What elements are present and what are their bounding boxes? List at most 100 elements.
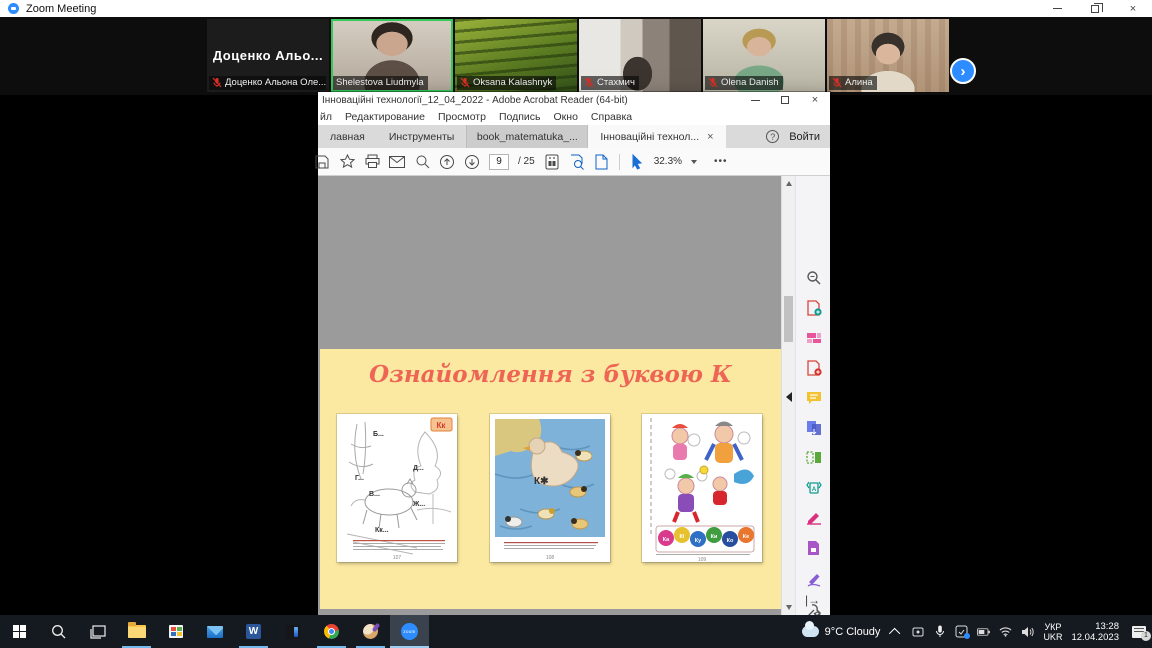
- participant-tile[interactable]: Oksana Kalashnyk: [455, 19, 577, 92]
- chrome-button[interactable]: [312, 615, 351, 648]
- collapse-panel-arrow[interactable]: [786, 392, 792, 402]
- create-pdf-icon[interactable]: [805, 359, 822, 376]
- print-icon[interactable]: [364, 154, 380, 170]
- app-button[interactable]: [273, 615, 312, 648]
- next-participants-button[interactable]: ›: [950, 58, 976, 84]
- word-button[interactable]: W: [234, 615, 273, 648]
- favorite-star-icon[interactable]: [339, 154, 355, 170]
- notification-app-icon[interactable]: [955, 625, 968, 638]
- tab-label: Інноваційні технол...: [600, 131, 699, 143]
- tray-expand-button[interactable]: [889, 625, 902, 638]
- scroll-down-icon[interactable]: [786, 605, 792, 610]
- more-tools-icon[interactable]: •••: [714, 156, 728, 167]
- participant-name: Доценко Альона Оле...: [225, 77, 326, 88]
- maximize-button[interactable]: [770, 92, 800, 108]
- participant-name: Olena Danish: [721, 77, 779, 88]
- combine-files-icon[interactable]: [805, 419, 822, 436]
- microphone-tray-icon[interactable]: [933, 625, 946, 638]
- battery-icon[interactable]: [977, 625, 990, 638]
- tab-close-icon[interactable]: ×: [707, 131, 713, 143]
- menu-window[interactable]: Окно: [554, 111, 578, 123]
- search-icon[interactable]: [414, 154, 430, 170]
- single-page-icon[interactable]: [594, 154, 610, 170]
- participant-tile[interactable]: Доценко Альо... Доценко Альона Оле...: [207, 19, 329, 92]
- page-number: 109: [698, 557, 707, 562]
- organize-pages-icon[interactable]: [805, 449, 822, 466]
- tab-tools[interactable]: Инструменты: [377, 125, 466, 148]
- zoom-window-title: Zoom Meeting: [26, 3, 96, 15]
- book-page-clowns: Ка Кі Ку Ки Ко Ке 109: [642, 414, 762, 562]
- volume-icon[interactable]: [1021, 625, 1034, 638]
- participant-tile[interactable]: Стахмич: [579, 19, 701, 92]
- page-number-input[interactable]: 9: [489, 154, 509, 170]
- zoom-icon: zoom: [401, 623, 418, 640]
- tab-document-matematuka[interactable]: book_matematuka_...: [466, 125, 588, 148]
- next-page-icon[interactable]: [464, 154, 480, 170]
- open-pane-icon[interactable]: |→: [805, 593, 820, 607]
- participant-tile[interactable]: Olena Danish: [703, 19, 825, 92]
- microsoft-store-button[interactable]: [156, 615, 195, 648]
- pdf-document-area[interactable]: Ознайомлення з буквою К Кк Б... Д... Г..…: [318, 176, 781, 615]
- menu-view[interactable]: Просмотр: [438, 111, 486, 123]
- zoom-app-button[interactable]: zoom: [390, 615, 429, 648]
- comment-icon[interactable]: [805, 389, 822, 406]
- zoom-video-strip: Доценко Альо... Доценко Альона Оле... Sh…: [0, 17, 1152, 95]
- close-button[interactable]: ×: [800, 92, 830, 108]
- app-icon: [286, 625, 300, 639]
- weather-widget[interactable]: 9°C Cloudy: [802, 626, 881, 638]
- svg-text:A: A: [811, 487, 816, 493]
- save-icon[interactable]: [314, 154, 330, 170]
- acrobat-menubar: йл Редактирование Просмотр Подпись Окно …: [318, 108, 830, 125]
- acrobat-window-title: Інноваційні технології_12_04_2022 - Adob…: [318, 95, 628, 106]
- letter-label: Ж...: [412, 501, 425, 508]
- fill-sign-icon[interactable]: [805, 509, 822, 526]
- compress-pdf-icon[interactable]: A: [805, 479, 822, 496]
- minimize-button[interactable]: [740, 92, 770, 108]
- participant-name: Shelestova Liudmyla: [336, 77, 424, 88]
- menu-help[interactable]: Справка: [591, 111, 632, 123]
- file-explorer-button[interactable]: [117, 615, 156, 648]
- start-button[interactable]: [0, 615, 39, 648]
- scroll-up-icon[interactable]: [786, 181, 792, 186]
- sign-in-button[interactable]: Войти: [789, 131, 820, 143]
- enhanced-view-icon[interactable]: [569, 154, 585, 170]
- clock[interactable]: 13:28 12.04.2023: [1071, 621, 1119, 643]
- search-icon[interactable]: [805, 269, 822, 286]
- wifi-icon[interactable]: [999, 625, 1012, 638]
- save-as-pdf-icon[interactable]: [805, 539, 822, 556]
- zoom-level-value[interactable]: 32.3%: [654, 156, 682, 167]
- book-page-duck: К✱ 108: [490, 414, 610, 562]
- taskbar-search-button[interactable]: [39, 615, 78, 648]
- tab-document-active[interactable]: Інноваційні технол... ×: [588, 125, 725, 148]
- export-pdf-icon[interactable]: [805, 299, 822, 316]
- task-view-button[interactable]: [78, 615, 117, 648]
- page-display-icon[interactable]: [544, 154, 560, 170]
- participant-tile[interactable]: Shelestova Liudmyla: [331, 19, 453, 92]
- restore-button[interactable]: [1076, 0, 1114, 17]
- action-center-button[interactable]: 1: [1132, 626, 1146, 638]
- cloud-icon: [802, 626, 819, 637]
- zoom-dropdown-icon[interactable]: [691, 160, 697, 164]
- previous-page-icon[interactable]: [439, 154, 455, 170]
- menu-sign[interactable]: Подпись: [499, 111, 541, 123]
- paint-button[interactable]: [351, 615, 390, 648]
- windows-taskbar: W zoom 9°C Cloudy УКР UKR 13:28 12.04.20…: [0, 615, 1152, 648]
- help-icon[interactable]: ?: [766, 130, 779, 143]
- selection-tool-icon[interactable]: [629, 154, 645, 170]
- menu-edit[interactable]: Редактирование: [345, 111, 425, 123]
- menu-file[interactable]: йл: [320, 111, 332, 123]
- minimize-button[interactable]: [1038, 0, 1076, 17]
- draw-icon[interactable]: [805, 571, 822, 588]
- email-icon[interactable]: [389, 154, 405, 170]
- mail-button[interactable]: [195, 615, 234, 648]
- tray-app-icon[interactable]: [911, 625, 924, 638]
- tab-home[interactable]: лавная: [318, 125, 377, 148]
- scrollbar-thumb[interactable]: [784, 296, 793, 342]
- participant-tile[interactable]: Алина: [827, 19, 949, 92]
- edit-pdf-icon[interactable]: [805, 329, 822, 346]
- close-button[interactable]: ×: [1114, 0, 1152, 17]
- participant-name: Стахмич: [597, 77, 635, 88]
- date-value: 12.04.2023: [1071, 632, 1119, 643]
- file-explorer-icon: [128, 625, 146, 638]
- language-indicator[interactable]: УКР UKR: [1043, 622, 1062, 642]
